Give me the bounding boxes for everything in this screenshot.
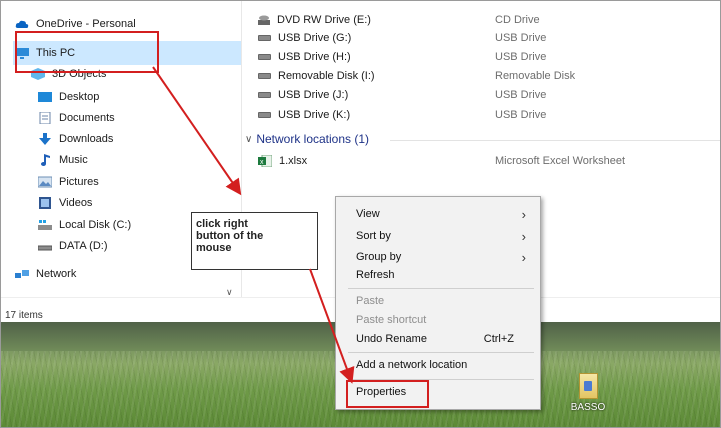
arrow-to-properties — [309, 268, 355, 384]
annotation-arrows — [152, 66, 355, 384]
arrow-to-content-area — [152, 66, 242, 196]
screenshot-frame: OneDrive - Personal This PC 3D Objects D… — [0, 0, 721, 428]
